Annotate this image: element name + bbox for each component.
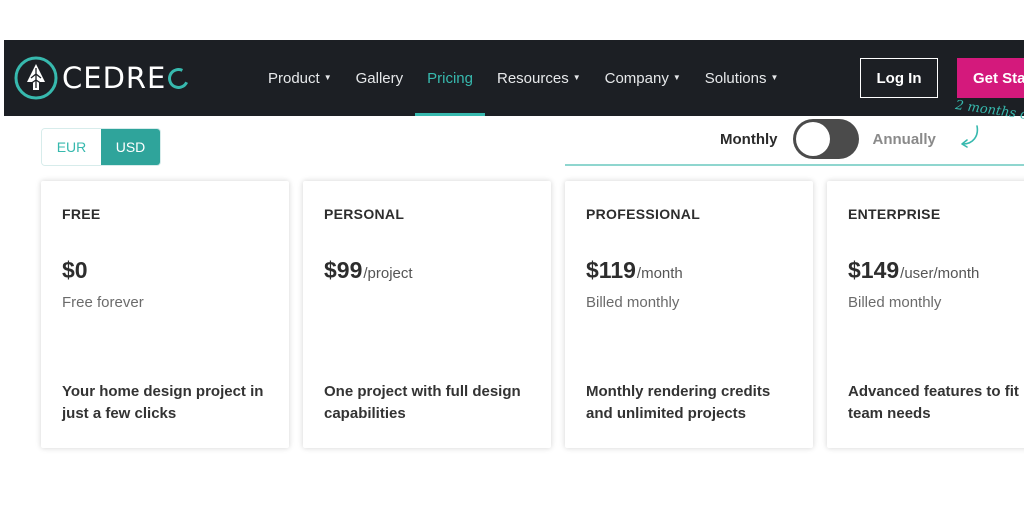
billing-period-switch: Monthly Annually bbox=[720, 116, 936, 162]
toggle-knob bbox=[795, 122, 830, 156]
monthly-label[interactable]: Monthly bbox=[720, 131, 778, 148]
logo-wordmark: CEDRE bbox=[62, 61, 193, 95]
nav-item-label: Solutions bbox=[704, 69, 767, 87]
login-button[interactable]: Log In bbox=[860, 58, 938, 98]
plan-price: $119/month bbox=[586, 257, 683, 284]
get-started-button[interactable]: Get Sta bbox=[957, 58, 1024, 98]
top-navbar: CEDRE Product ▼ Gallery Pricing Resources… bbox=[4, 40, 1024, 116]
annually-label[interactable]: Annually bbox=[873, 131, 936, 148]
plan-price: $0 bbox=[62, 257, 89, 284]
plan-price: $149/user/month bbox=[848, 257, 979, 284]
plan-billing-note: Billed monthly bbox=[586, 294, 680, 311]
currency-eur-button[interactable]: EUR bbox=[42, 129, 101, 165]
plan-name: FREE bbox=[62, 206, 101, 222]
plan-card-professional: PROFESSIONAL $119/month Billed monthly M… bbox=[565, 181, 813, 448]
currency-switch: EUR USD bbox=[41, 128, 161, 166]
plan-description: One project with full design capabilitie… bbox=[324, 383, 521, 422]
divider-line bbox=[565, 164, 1024, 166]
plan-name: PERSONAL bbox=[324, 206, 405, 222]
nav-item-solutions[interactable]: Solutions ▼ bbox=[693, 40, 791, 116]
nav-item-gallery[interactable]: Gallery bbox=[344, 40, 416, 116]
caret-down-icon: ▼ bbox=[572, 72, 581, 82]
cedreo-logo[interactable]: CEDRE bbox=[12, 53, 193, 103]
curved-arrow-icon bbox=[961, 125, 979, 148]
caret-down-icon: ▼ bbox=[323, 72, 332, 82]
plan-card-enterprise: ENTERPRISE $149/user/month Billed monthl… bbox=[827, 181, 1024, 448]
plan-billing-note: Billed monthly bbox=[848, 294, 942, 311]
price-unit: /project bbox=[363, 265, 413, 282]
nav-item-pricing[interactable]: Pricing bbox=[415, 40, 485, 116]
billing-toggle[interactable] bbox=[792, 119, 859, 159]
caret-down-icon: ▼ bbox=[770, 72, 779, 82]
price-amount: $119 bbox=[586, 257, 636, 283]
plan-name: ENTERPRISE bbox=[848, 206, 941, 222]
plan-billing-note: Free forever bbox=[62, 294, 144, 311]
caret-down-icon: ▼ bbox=[672, 72, 681, 82]
plan-description: Monthly rendering credits and unlimited … bbox=[586, 383, 771, 422]
nav-item-resources[interactable]: Resources ▼ bbox=[485, 40, 593, 116]
plan-description: Advanced features to fit team needs bbox=[848, 383, 1019, 422]
nav-item-label: Pricing bbox=[427, 69, 473, 87]
price-unit: /user/month bbox=[900, 265, 980, 282]
plan-price: $99/project bbox=[324, 257, 413, 284]
tree-logo-icon bbox=[14, 56, 58, 100]
price-unit: /month bbox=[636, 265, 683, 282]
currency-usd-button[interactable]: USD bbox=[101, 129, 160, 165]
plan-card-free: FREE $0 Free forever Your home design pr… bbox=[41, 181, 289, 448]
plan-name: PROFESSIONAL bbox=[586, 206, 701, 222]
plan-description: Your home design project in just a few c… bbox=[62, 383, 264, 422]
nav-item-label: Company bbox=[604, 69, 669, 87]
main-nav: Product ▼ Gallery Pricing Resources ▼ Comp… bbox=[256, 40, 790, 116]
nav-item-company[interactable]: Company ▼ bbox=[593, 40, 693, 116]
nav-item-product[interactable]: Product ▼ bbox=[256, 40, 344, 116]
nav-item-label: Product bbox=[268, 69, 320, 87]
price-amount: $149 bbox=[848, 257, 900, 283]
price-amount: $99 bbox=[324, 257, 363, 283]
nav-item-label: Resources bbox=[497, 69, 569, 87]
nav-item-label: Gallery bbox=[355, 69, 404, 87]
price-amount: $0 bbox=[62, 257, 88, 283]
plan-card-personal: PERSONAL $99/project One project with fu… bbox=[303, 181, 551, 448]
